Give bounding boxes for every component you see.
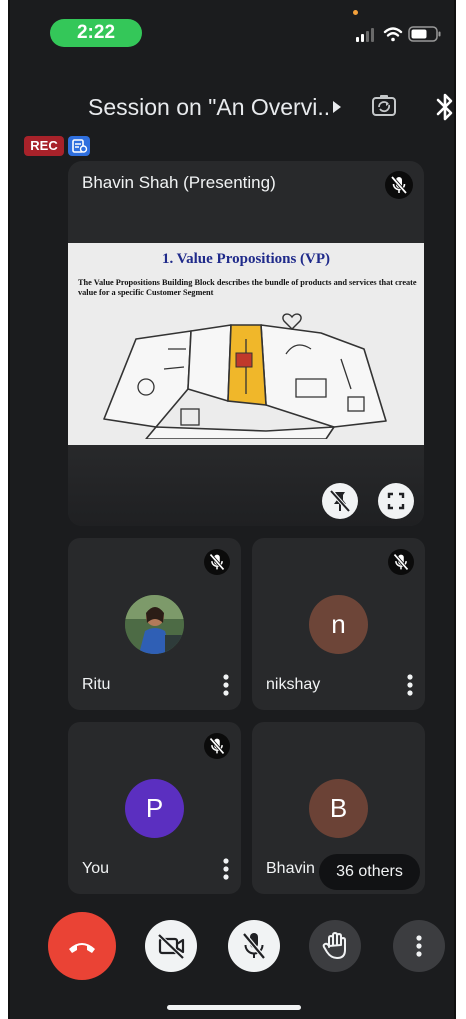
mic-in-use-indicator (353, 10, 358, 15)
unpin-icon[interactable] (322, 483, 358, 519)
battery-icon (408, 26, 441, 42)
avatar (125, 595, 184, 654)
status-time-pill[interactable]: 2:22 (50, 19, 142, 47)
avatar: P (125, 779, 184, 838)
tile-shade (68, 445, 424, 526)
mic-off-icon (388, 549, 414, 575)
more-options-button[interactable] (393, 920, 445, 972)
cellular-signal-icon (356, 28, 374, 42)
more-options-icon (416, 935, 422, 957)
slide-title: 1. Value Propositions (VP) (161, 251, 331, 267)
status-icons (352, 24, 444, 44)
mic-off-icon (204, 549, 230, 575)
participant-name: You (82, 860, 109, 877)
transcript-icon (68, 136, 90, 156)
avatar: B (309, 779, 368, 838)
raise-hand-icon (322, 932, 346, 959)
recording-badge: REC (24, 136, 64, 156)
chevron-right-icon[interactable] (331, 100, 343, 114)
flip-camera-icon[interactable] (370, 92, 398, 120)
participant-more-icon[interactable] (222, 673, 230, 697)
slide-body: The Value Propositions Building Block de… (78, 278, 417, 297)
bluetooth-icon[interactable] (434, 92, 454, 122)
participant-more-icon[interactable] (222, 857, 230, 881)
end-call-button[interactable] (48, 912, 116, 980)
others-count-pill[interactable]: 36 others (319, 854, 420, 890)
participant-name: Ritu (82, 676, 111, 693)
participant-more-icon[interactable] (406, 673, 414, 697)
meet-screen: 2:22 Session on "An Overvi... REC Bhavin… (8, 0, 456, 1019)
mic-off-icon (385, 171, 413, 199)
raise-hand-button[interactable] (309, 920, 361, 972)
status-time: 2:22 (76, 22, 116, 43)
presentation-slide: 1. Value Propositions (VP) The Value Pro… (68, 243, 424, 445)
fullscreen-icon[interactable] (378, 483, 414, 519)
presenter-tile[interactable]: Bhavin Shah (Presenting) 1. Value Propos… (68, 161, 424, 526)
camera-toggle-button[interactable] (145, 920, 197, 972)
mic-off-icon (242, 932, 266, 960)
mic-off-icon (204, 733, 230, 759)
wifi-icon (383, 27, 403, 42)
avatar: n (309, 595, 368, 654)
presenter-name: Bhavin Shah (Presenting) (82, 173, 276, 192)
meeting-title[interactable]: Session on "An Overvi... (88, 90, 328, 124)
participant-tile-nikshay[interactable]: n nikshay (252, 538, 425, 710)
end-call-icon (69, 943, 95, 953)
camera-off-icon (157, 933, 185, 960)
participant-name: Bhavin (266, 860, 315, 877)
home-indicator[interactable] (167, 1005, 301, 1010)
mic-toggle-button[interactable] (228, 920, 280, 972)
participant-tile-you[interactable]: P You (68, 722, 241, 894)
business-model-canvas-illustration (103, 313, 387, 439)
participant-name: nikshay (266, 676, 321, 693)
participant-tile-ritu[interactable]: Ritu (68, 538, 241, 710)
